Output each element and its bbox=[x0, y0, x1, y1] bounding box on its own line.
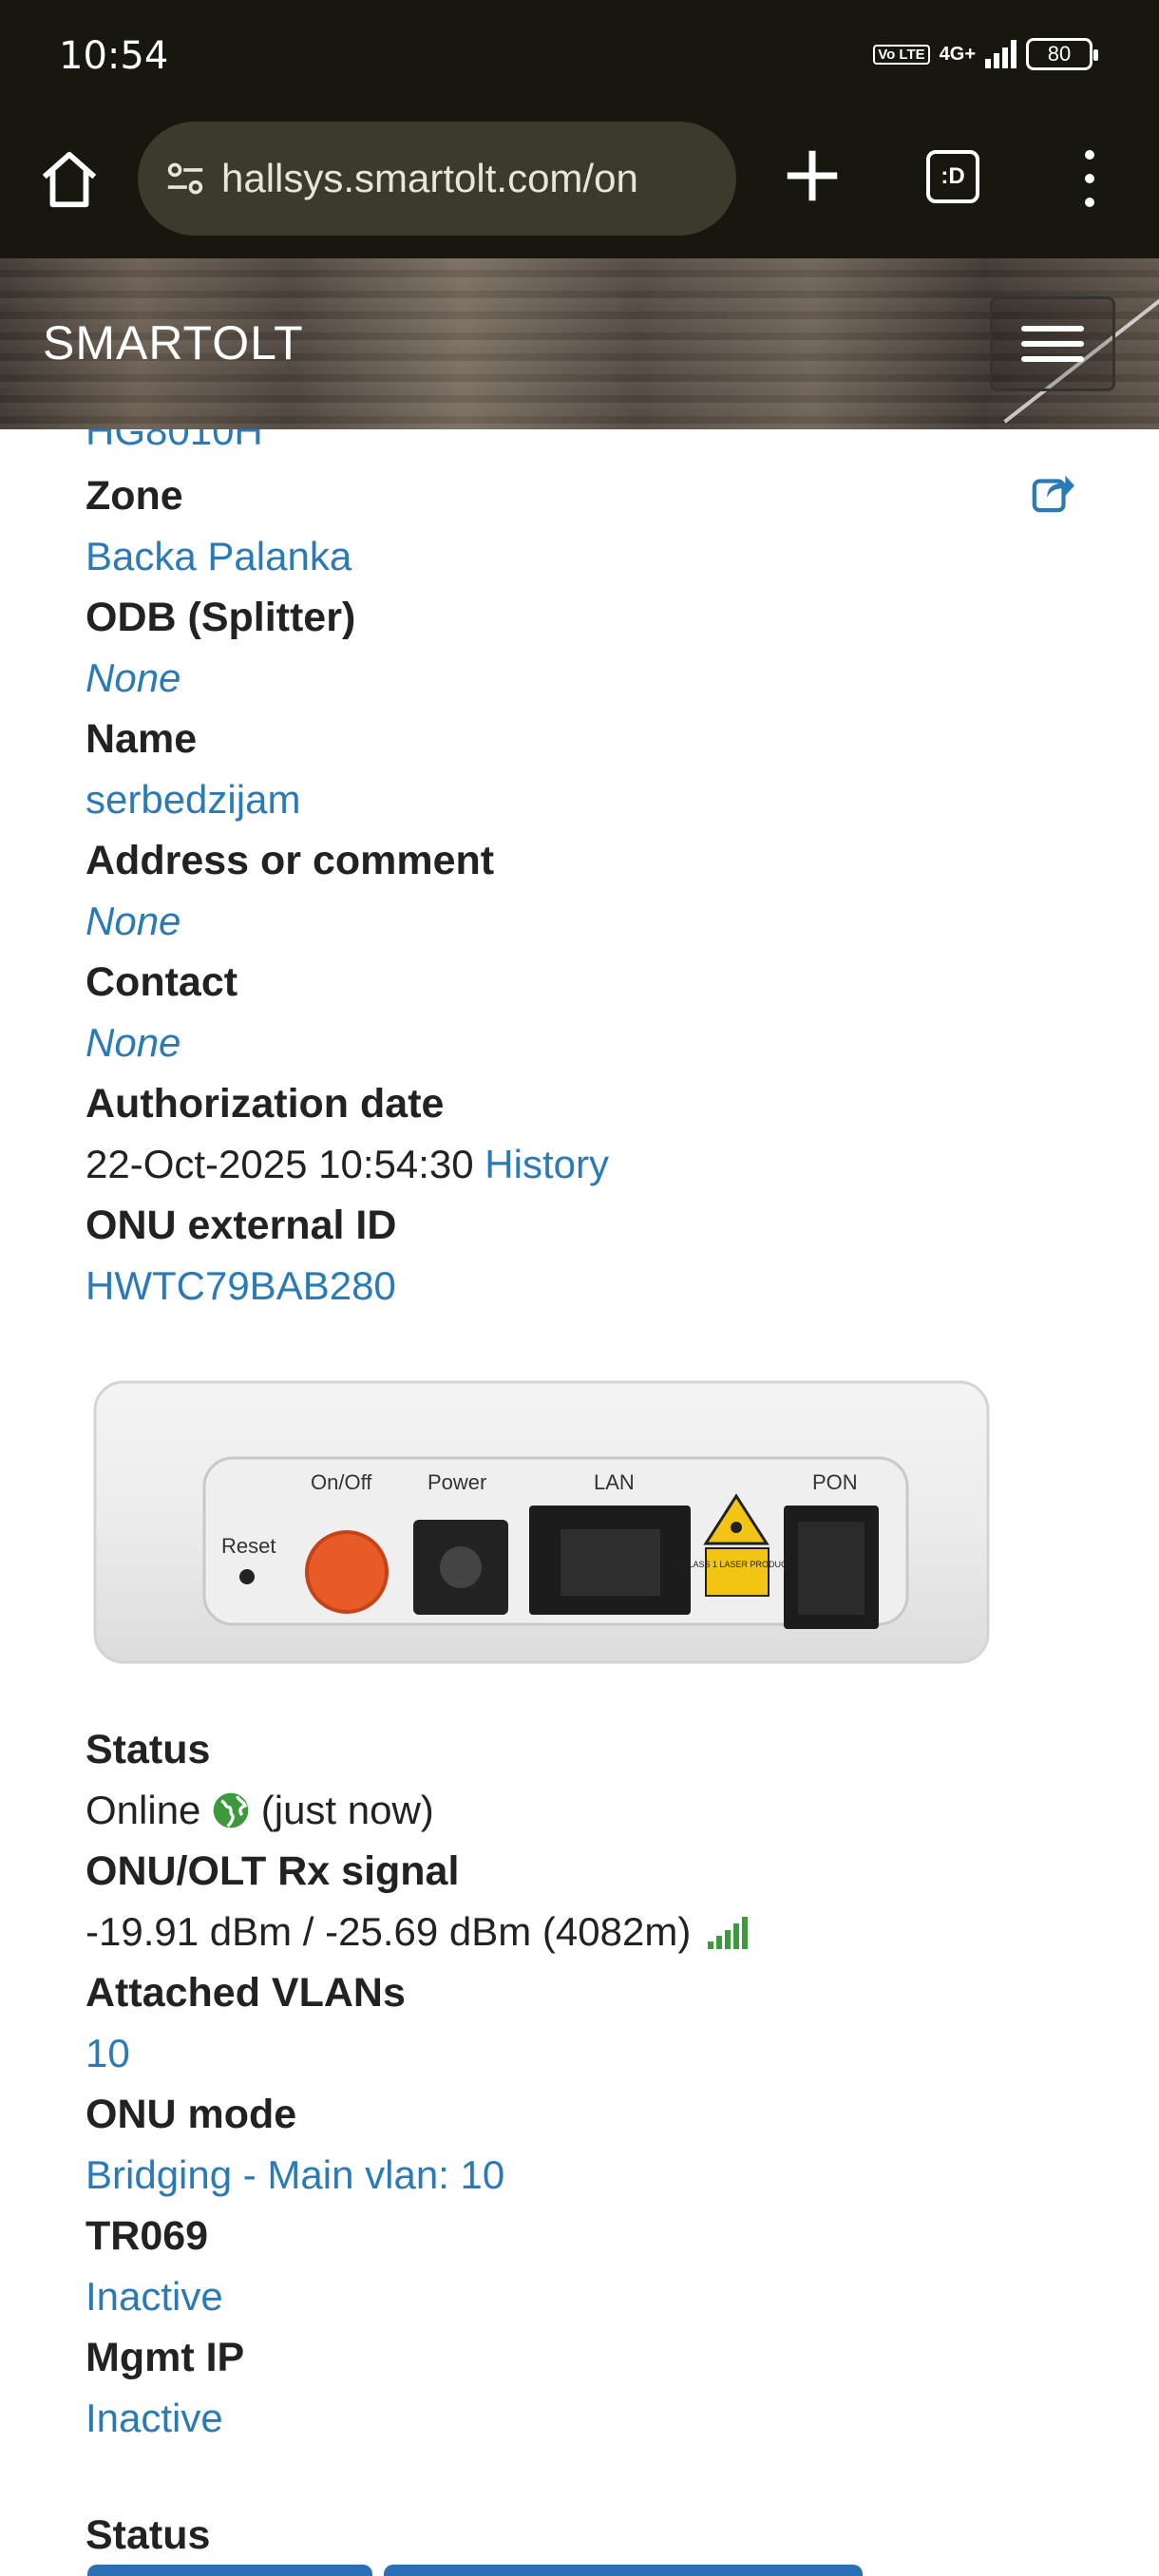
onu-details: Zone Backa Palanka ODB (Splitter) None N… bbox=[86, 465, 1083, 1316]
tr069-row: TR069 Inactive bbox=[86, 2206, 1083, 2327]
brand-logo[interactable]: SMARTOLT bbox=[43, 315, 304, 370]
status-row: Status Online (just now) bbox=[86, 1719, 1083, 1841]
signal-value: -19.91 dBm / -25.69 dBm (4082m) bbox=[86, 1909, 692, 1954]
zone-value[interactable]: Backa Palanka bbox=[86, 526, 1083, 587]
authorization-row: Authorization date 22-Oct-2025 10:54:30 … bbox=[86, 1073, 1083, 1195]
odb-value[interactable]: None bbox=[86, 655, 180, 700]
new-tab-icon[interactable] bbox=[779, 142, 846, 209]
tr069-label: TR069 bbox=[86, 2213, 209, 2259]
volte-icon: Vo LTE bbox=[873, 44, 930, 65]
status-value: Online bbox=[86, 1788, 201, 1832]
vlans-row: Attached VLANs 10 bbox=[86, 1962, 1083, 2084]
mode-value[interactable]: Bridging - Main vlan: 10 bbox=[86, 2145, 1083, 2206]
mgmt-value[interactable]: Inactive bbox=[86, 2388, 1083, 2449]
external-id-row: ONU external ID HWTC79BAB280 bbox=[86, 1195, 1083, 1316]
power-switch bbox=[305, 1530, 389, 1614]
url-text: hallsys.smartolt.com/on bbox=[221, 156, 638, 200]
mode-label: ONU mode bbox=[86, 2092, 297, 2137]
svg-text:CLASS 1 LASER PRODUCT: CLASS 1 LASER PRODUCT bbox=[682, 1560, 793, 1569]
battery-icon: 80 bbox=[1026, 38, 1098, 70]
reset-label: Reset bbox=[221, 1534, 276, 1558]
address-value[interactable]: None bbox=[86, 899, 180, 943]
overflow-menu-icon[interactable] bbox=[1070, 150, 1110, 207]
status-section-heading: Status bbox=[86, 2512, 211, 2558]
address-bar[interactable]: hallsys.smartolt.com/on bbox=[138, 122, 736, 236]
site-header: SMARTOLT bbox=[0, 258, 1159, 429]
vlans-value[interactable]: 10 bbox=[86, 2023, 1083, 2084]
history-link[interactable]: History bbox=[484, 1142, 609, 1186]
contact-row: Contact None bbox=[86, 952, 1083, 1073]
cell-signal-icon bbox=[985, 40, 1016, 68]
address-row: Address or comment None bbox=[86, 830, 1083, 952]
nav-toggle-button[interactable] bbox=[990, 296, 1115, 391]
status-time: (just now) bbox=[260, 1788, 434, 1832]
onu-device-image: Reset On/Off Power LAN CLASS 1 LASER PRO… bbox=[93, 1380, 990, 1664]
globe-icon bbox=[213, 1792, 249, 1828]
network-type: 4G+ bbox=[939, 43, 976, 65]
odb-label: ODB (Splitter) bbox=[86, 595, 356, 640]
authorization-date: 22-Oct-2025 10:54:30 bbox=[86, 1142, 474, 1186]
name-row: Name serbedzijam bbox=[86, 709, 1083, 830]
status-button-edge-2[interactable] bbox=[384, 2565, 863, 2576]
status-button-edge[interactable] bbox=[87, 2565, 372, 2576]
tr069-value[interactable]: Inactive bbox=[86, 2266, 1083, 2327]
status-label: Status bbox=[86, 1727, 211, 1772]
mgmt-label: Mgmt IP bbox=[86, 2335, 245, 2380]
vlans-label: Attached VLANs bbox=[86, 1970, 406, 2016]
browser-toolbar: hallsys.smartolt.com/on :D bbox=[0, 114, 1159, 258]
zone-label: Zone bbox=[86, 473, 183, 519]
onu-status-details: Status Online (just now) ONU/OLT Rx sign… bbox=[86, 1719, 1083, 2449]
contact-label: Contact bbox=[86, 959, 238, 1005]
pon-label: PON bbox=[812, 1470, 858, 1494]
mode-row: ONU mode Bridging - Main vlan: 10 bbox=[86, 2084, 1083, 2206]
address-label: Address or comment bbox=[86, 838, 495, 883]
tab-switcher-button[interactable]: :D bbox=[926, 150, 979, 203]
mgmt-row: Mgmt IP Inactive bbox=[86, 2327, 1083, 2449]
hamburger-icon bbox=[1021, 326, 1084, 331]
external-id-value[interactable]: HWTC79BAB280 bbox=[86, 1256, 1083, 1316]
system-status-bar: 10:54 Vo LTE 4G+ 80 bbox=[0, 0, 1159, 114]
signal-row: ONU/OLT Rx signal -19.91 dBm / -25.69 dB… bbox=[86, 1841, 1083, 1962]
signal-bars-icon[interactable] bbox=[707, 1915, 748, 1949]
status-icons: Vo LTE 4G+ 80 bbox=[873, 38, 1098, 70]
authorization-label: Authorization date bbox=[86, 1081, 445, 1127]
name-label: Name bbox=[86, 716, 198, 762]
clock: 10:54 bbox=[59, 34, 169, 78]
power-label: Power bbox=[428, 1470, 486, 1494]
onoff-label: On/Off bbox=[311, 1470, 372, 1494]
external-id-label: ONU external ID bbox=[86, 1203, 397, 1248]
zone-row: Zone Backa Palanka bbox=[86, 465, 1083, 587]
signal-label: ONU/OLT Rx signal bbox=[86, 1848, 460, 1894]
site-settings-icon[interactable] bbox=[164, 160, 206, 198]
odb-row: ODB (Splitter) None bbox=[86, 587, 1083, 709]
name-value[interactable]: serbedzijam bbox=[86, 769, 1083, 830]
lan-label: LAN bbox=[594, 1470, 635, 1494]
contact-value[interactable]: None bbox=[86, 1020, 180, 1065]
home-icon[interactable] bbox=[36, 146, 103, 213]
reset-hole bbox=[239, 1569, 255, 1584]
